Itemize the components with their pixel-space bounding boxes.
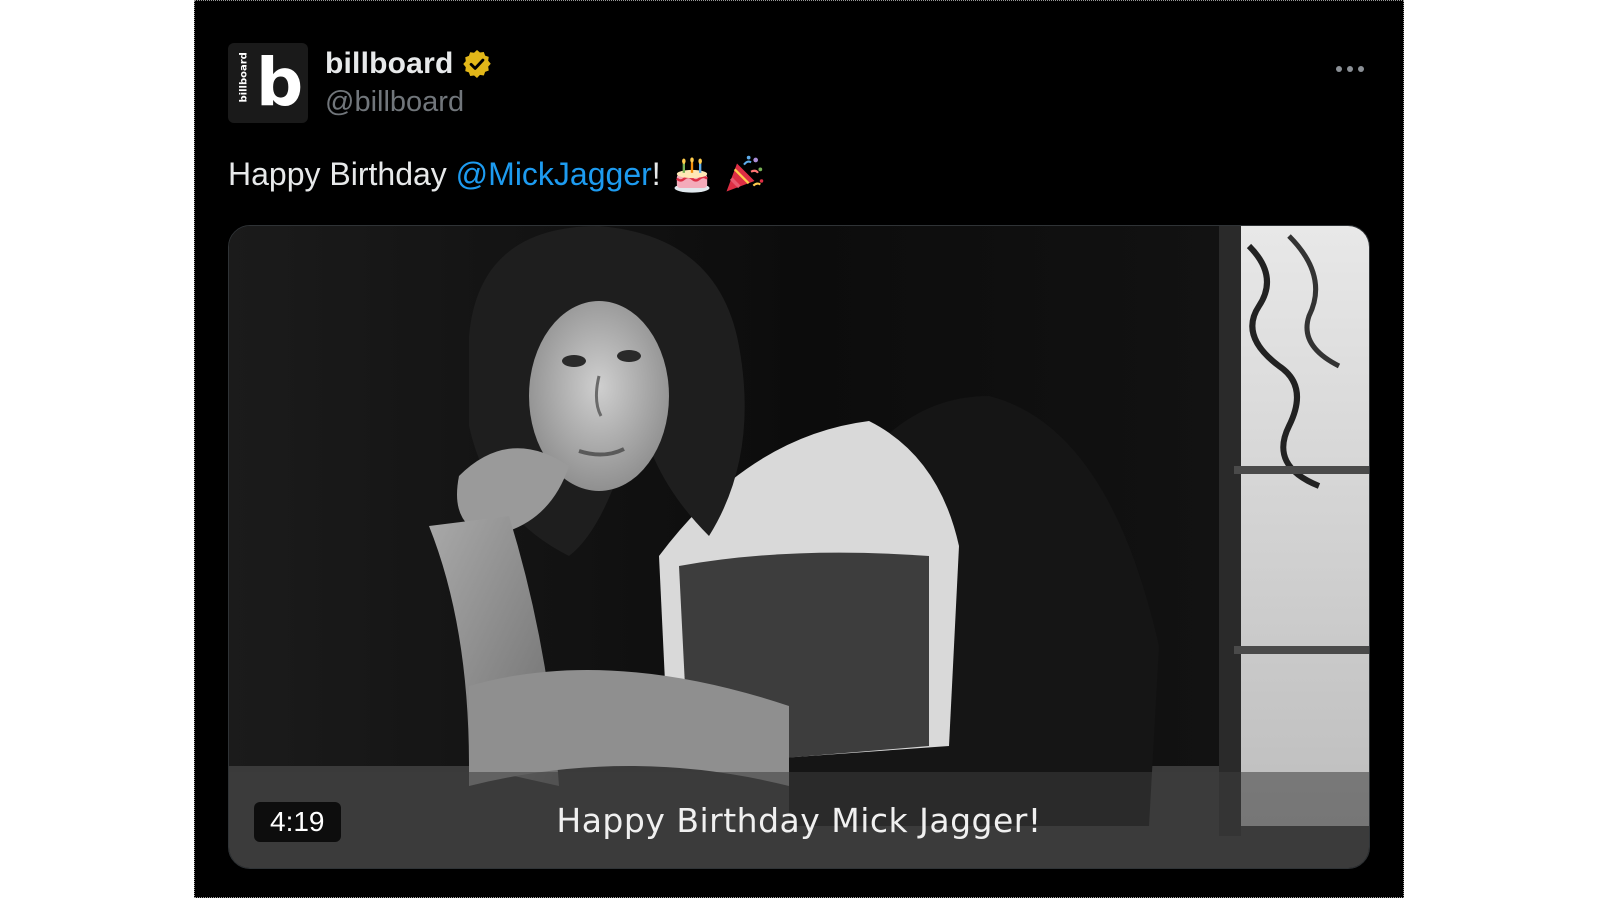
birthday-cake-icon (674, 157, 710, 193)
tweet-text: Happy Birthday @MickJagger! (228, 153, 765, 195)
tweet-text-prefix: Happy Birthday (228, 155, 456, 192)
mention-link[interactable]: @MickJagger (456, 156, 652, 193)
verified-gold-check-icon[interactable] (461, 48, 493, 80)
author-handle[interactable]: @billboard (325, 86, 464, 119)
author-avatar[interactable]: billboard b (228, 43, 308, 123)
video-duration-badge: 4:19 (254, 802, 341, 842)
tweet-card: billboard b billboard @billboard Happy B… (194, 0, 1404, 898)
video-media[interactable]: Happy Birthday Mick Jagger! 4:19 (228, 225, 1370, 869)
author-name-row: billboard (325, 45, 493, 83)
tweet-text-suffix: ! (651, 155, 661, 192)
avatar-logo-letter: b (256, 44, 304, 121)
avatar-logo-wordmark: billboard (238, 52, 250, 103)
more-horizontal-icon[interactable] (1333, 57, 1367, 81)
video-caption: Happy Birthday Mick Jagger! (556, 801, 1042, 840)
party-popper-icon (726, 155, 763, 192)
author-display-name[interactable]: billboard (325, 47, 453, 81)
